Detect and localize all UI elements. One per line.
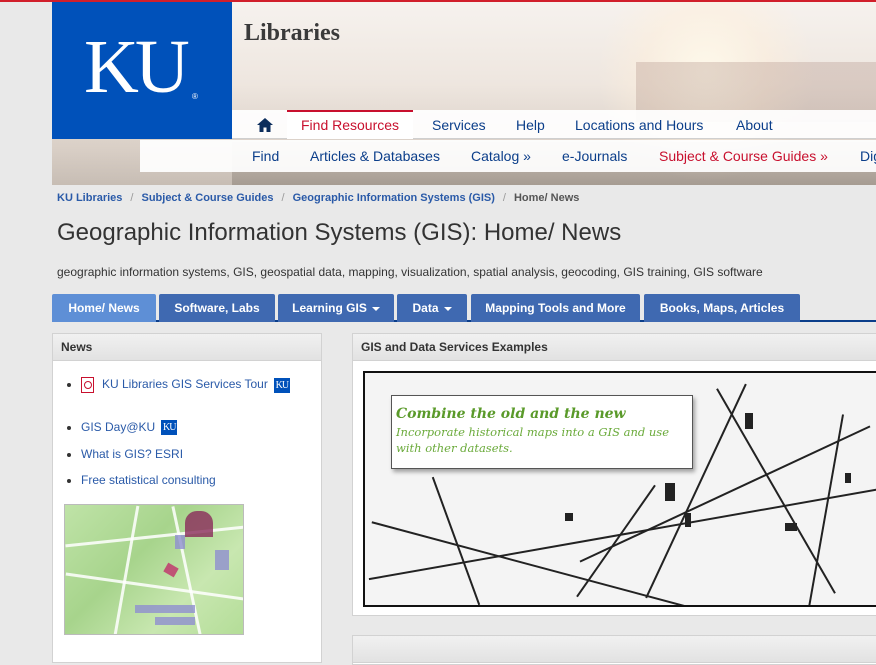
tab-learning-gis-label: Learning GIS [292,301,367,315]
historic-map-image[interactable]: Combine the old and the new Incorporate … [363,371,876,607]
primary-nav: Find Resources Services Help Locations a… [232,110,876,139]
breadcrumb-subject-guides[interactable]: Subject & Course Guides [141,192,273,204]
breadcrumb-gis-guide[interactable]: Geographic Information Systems (GIS) [293,192,495,204]
page-description: geographic information systems, GIS, geo… [57,265,763,279]
tab-software-labs-label: Software, Labs [174,301,260,315]
breadcrumb-ku-libraries[interactable]: KU Libraries [57,192,122,204]
bullet [67,452,71,457]
map-callout: Combine the old and the new Incorporate … [391,395,693,469]
news-item-gis-day[interactable]: GIS Day@KU KU [67,420,178,436]
ku-logo-text: KU [84,25,190,109]
ku-badge-icon: KU [273,377,290,393]
news-item-stat-consulting[interactable]: Free statistical consulting [67,473,216,487]
home-icon[interactable] [257,118,273,132]
news-heading: News [53,334,321,361]
bullet [67,478,71,483]
tab-mapping-tools-label: Mapping Tools and More [485,301,626,315]
tab-home-news-label: Home/ News [68,301,140,315]
news-item-label[interactable]: Free statistical consulting [81,473,216,487]
tab-learning-gis[interactable]: Learning GIS [278,294,394,322]
nav-about[interactable]: About [736,110,773,139]
news-panel: News KU Libraries GIS Services Tour KU GI… [52,333,322,663]
subnav-articles-databases[interactable]: Articles & Databases [310,140,440,172]
bullet [67,383,71,387]
nav-help[interactable]: Help [516,110,545,139]
callout-title: Combine the old and the new [396,406,626,422]
news-item-what-is-gis[interactable]: What is GIS? ESRI [67,447,183,461]
gis-examples-panel: GIS and Data Services Examples Combine t… [352,333,876,616]
nav-services[interactable]: Services [432,110,486,139]
tab-books-maps-articles-label: Books, Maps, Articles [659,301,785,315]
breadcrumb: KU Libraries / Subject & Course Guides / Geo… [57,192,580,204]
news-item-label[interactable]: KU Libraries GIS Services Tour [102,377,268,391]
guide-tabs: Home/ News Software, Labs Learning GIS D… [52,294,876,322]
tab-data-label: Data [412,301,439,315]
campus-map-image[interactable] [64,504,244,635]
news-item-label[interactable]: What is GIS? ESRI [81,447,183,461]
caret-down-icon [371,306,380,311]
subnav-digital[interactable]: Dig [860,140,876,172]
gis-examples-heading: GIS and Data Services Examples [353,334,876,361]
tab-mapping-tools[interactable]: Mapping Tools and More [471,294,640,322]
callout-body: Incorporate historical maps into a GIS a… [396,425,670,455]
news-item-gis-tour[interactable]: KU Libraries GIS Services Tour KU [67,377,290,393]
page-title: Geographic Information Systems (GIS): Ho… [57,219,622,246]
caret-down-icon [443,306,452,311]
nav-find-resources[interactable]: Find Resources [287,110,414,139]
secondary-nav: Find Articles & Databases Catalog » e-Jo… [140,140,876,172]
subnav-subject-course-guides[interactable]: Subject & Course Guides » [659,140,828,172]
site-header: KU ® Libraries Find Resources Services H… [52,2,876,185]
site-title[interactable]: Libraries [244,20,340,47]
ku-badge-icon: KU [161,420,178,436]
next-panel [352,635,876,665]
tab-books-maps-articles[interactable]: Books, Maps, Articles [644,294,800,322]
subnav-catalog[interactable]: Catalog » [471,140,531,172]
subnav-ejournals[interactable]: e-Journals [562,140,627,172]
registered-mark: ® [192,92,198,101]
nav-locations-hours[interactable]: Locations and Hours [575,110,703,139]
tab-software-labs[interactable]: Software, Labs [159,294,275,322]
bullet [67,425,71,430]
next-panel-heading [353,636,876,663]
subnav-find[interactable]: Find [252,140,279,172]
tab-home-news[interactable]: Home/ News [52,294,156,322]
tab-data[interactable]: Data [397,294,467,322]
pdf-icon [81,377,94,393]
news-item-label[interactable]: GIS Day@KU [81,420,155,434]
breadcrumb-current: Home/ News [513,192,580,204]
ku-logo[interactable]: KU ® [52,2,232,139]
